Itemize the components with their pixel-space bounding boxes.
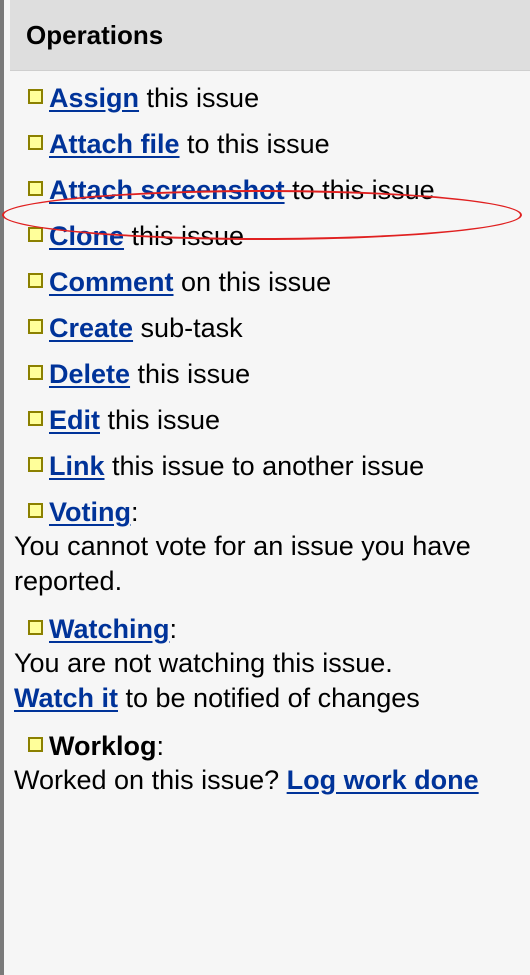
voting-link[interactable]: Voting [49, 497, 131, 527]
operation-assign: Assign this issue [10, 81, 530, 115]
assign-link[interactable]: Assign [49, 83, 139, 113]
left-border [0, 0, 4, 975]
clone-link[interactable]: Clone [49, 221, 124, 251]
log-work-done-link[interactable]: Log work done [287, 765, 479, 795]
panel-title: Operations [26, 19, 164, 50]
watch-it-link[interactable]: Watch it [14, 683, 118, 713]
bullet-icon [28, 135, 43, 150]
bullet-icon [28, 365, 43, 380]
operation-text: this issue [100, 405, 221, 435]
operation-create: Create sub-task [10, 311, 530, 345]
watching-status-text: You are not watching this issue. [14, 648, 393, 678]
operation-watching: Watching: You are not watching this issu… [10, 612, 528, 716]
operation-comment: Comment on this issue [10, 265, 530, 299]
operation-clone: Clone this issue [10, 219, 530, 253]
voting-colon: : [130, 497, 139, 527]
operation-worklog: Worklog: Worked on this issue? Log work … [10, 729, 528, 798]
operation-text: this issue [130, 359, 251, 389]
watching-text: You are not watching this issue. Watch it… [14, 646, 528, 716]
operation-text: to this issue [284, 175, 435, 205]
bullet-icon [28, 273, 43, 288]
operations-panel: Operations Assign this issue Attach file… [10, 0, 530, 975]
voting-text: You cannot vote for an issue you have re… [14, 531, 471, 596]
bullet-icon [28, 319, 43, 334]
operation-link: Link this issue to another issue [10, 449, 530, 483]
worklog-colon: : [156, 731, 165, 761]
operation-text: this issue to another issue [104, 451, 425, 481]
operation-delete: Delete this issue [10, 357, 530, 391]
bullet-icon [28, 737, 43, 752]
bullet-icon [28, 620, 43, 635]
watching-colon: : [169, 614, 178, 644]
worklog-label: Worklog [49, 731, 157, 761]
operation-text: this issue [139, 83, 260, 113]
delete-link[interactable]: Delete [49, 359, 130, 389]
operations-list: Assign this issue Attach file to this is… [10, 71, 530, 795]
operation-text: to this issue [179, 129, 330, 159]
bullet-icon [28, 89, 43, 104]
attach-file-link[interactable]: Attach file [49, 129, 180, 159]
bullet-icon [28, 227, 43, 242]
operation-edit: Edit this issue [10, 403, 530, 437]
link-issue-link[interactable]: Link [49, 451, 105, 481]
operation-text: on this issue [173, 267, 332, 297]
operation-attach-screenshot: Attach screenshot to this issue [10, 173, 530, 207]
attach-screenshot-link[interactable]: Attach screenshot [49, 175, 285, 205]
worklog-text: Worked on this issue? Log work done [14, 763, 528, 798]
operation-text: this issue [124, 221, 245, 251]
operation-text: sub-task [133, 313, 243, 343]
comment-link[interactable]: Comment [49, 267, 174, 297]
watching-link[interactable]: Watching [49, 614, 170, 644]
create-link[interactable]: Create [49, 313, 133, 343]
worklog-question: Worked on this issue? [14, 765, 287, 795]
bullet-icon [28, 503, 43, 518]
watch-it-text: to be notified of changes [118, 683, 420, 713]
edit-link[interactable]: Edit [49, 405, 100, 435]
operation-voting: Voting: You cannot vote for an issue you… [10, 495, 528, 599]
bullet-icon [28, 457, 43, 472]
panel-header: Operations [10, 0, 530, 71]
bullet-icon [28, 411, 43, 426]
bullet-icon [28, 181, 43, 196]
operation-attach-file: Attach file to this issue [10, 127, 530, 161]
